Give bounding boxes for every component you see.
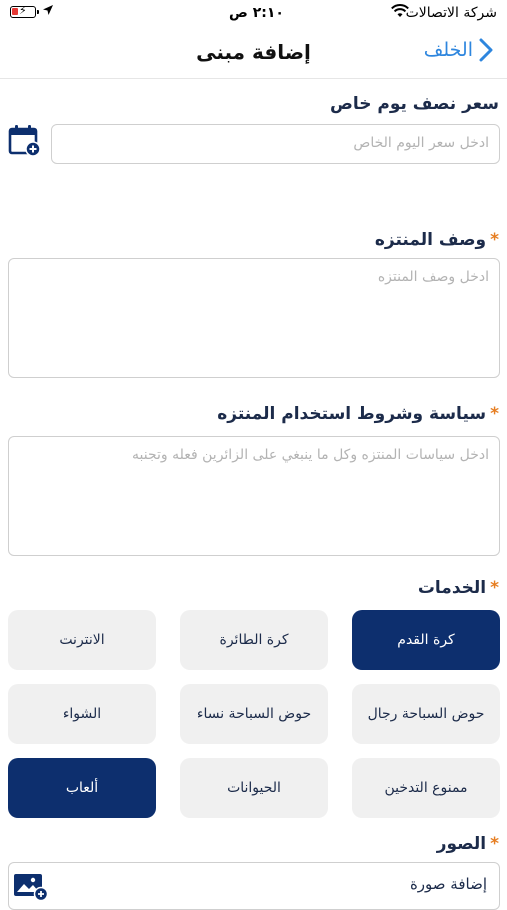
policy-label: *سياسة وشروط استخدام المنتزه (217, 404, 499, 424)
special-price-placeholder: ادخل سعر اليوم الخاص (353, 135, 489, 151)
back-button[interactable]: الخلف (424, 38, 493, 62)
service-games[interactable]: ألعاب (8, 758, 156, 818)
carrier-name: شركة الاتصالات (405, 5, 497, 21)
service-internet[interactable]: الانترنت (8, 610, 156, 670)
wifi-icon (391, 4, 409, 22)
back-label: الخلف (423, 39, 473, 61)
services-label: *الخدمات (417, 578, 499, 598)
service-barbecue[interactable]: الشواء (8, 684, 156, 744)
service-no-smoking[interactable]: ممنوع التدخين (352, 758, 500, 818)
policy-placeholder: ادخل سياسات المنتزه وكل ما ينبغي على الز… (132, 447, 489, 463)
service-football[interactable]: كرة القدم (352, 610, 500, 670)
description-placeholder: ادخل وصف المنتزه (377, 269, 489, 285)
description-textarea[interactable]: ادخل وصف المنتزه (8, 258, 500, 378)
service-volleyball[interactable]: كرة الطائرة (180, 610, 328, 670)
images-label: *الصور (436, 834, 499, 854)
service-pets[interactable]: الحيوانات (180, 758, 328, 818)
chevron-right-icon (479, 38, 493, 62)
calendar-add-icon[interactable] (8, 124, 42, 162)
service-women-pool[interactable]: حوض السباحة نساء (180, 684, 328, 744)
service-men-pool[interactable]: حوض السباحة رجال (352, 684, 500, 744)
clock: ٢:١٠ ص (229, 5, 284, 21)
policy-textarea[interactable]: ادخل سياسات المنتزه وكل ما ينبغي على الز… (8, 436, 500, 556)
status-bar: شركة الاتصالات ٢:١٠ ص ⚡ (0, 0, 507, 28)
add-image-button[interactable]: إضافة صورة (8, 862, 500, 910)
special-price-label: سعر نصف يوم خاص (329, 94, 499, 114)
image-add-icon (13, 873, 49, 905)
description-label: *وصف المنتزه (374, 230, 499, 250)
add-image-label: إضافة صورة (409, 875, 487, 893)
navigation-bar: إضافة مبنى الخلف (0, 28, 507, 79)
location-arrow-icon (42, 4, 54, 20)
special-price-input[interactable]: ادخل سعر اليوم الخاص (51, 124, 500, 164)
battery-icon: ⚡ (10, 4, 39, 18)
